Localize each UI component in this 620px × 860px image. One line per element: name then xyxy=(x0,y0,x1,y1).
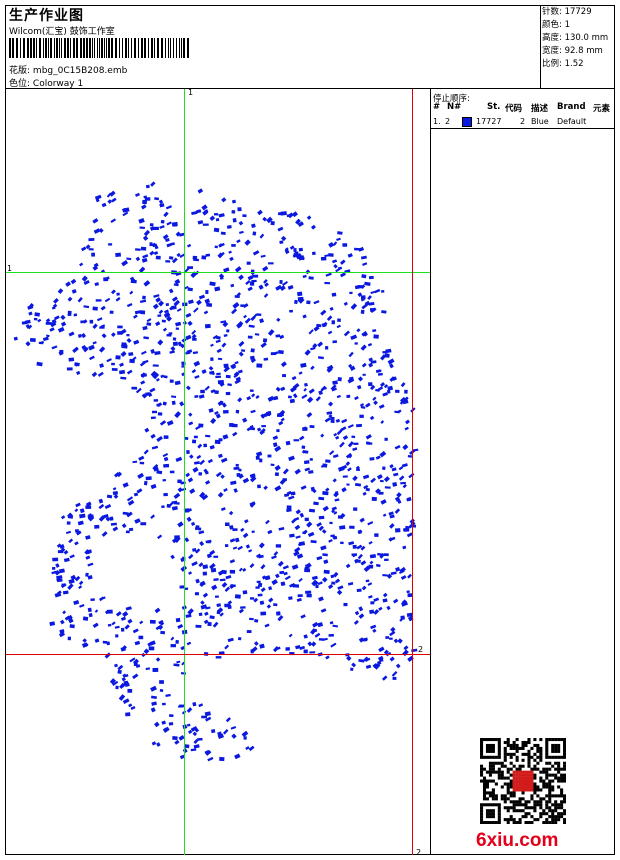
red-guide-label-bottom: 2 xyxy=(416,848,422,857)
green-guide-horizontal xyxy=(6,272,430,273)
embroidery-design xyxy=(13,181,419,762)
red-guide-horizontal xyxy=(6,654,430,655)
green-guide-label-left: 1 xyxy=(7,264,13,273)
red-guide-label-right: 2 xyxy=(418,645,424,654)
qr-code xyxy=(480,738,566,824)
green-guide-vertical xyxy=(184,89,185,855)
green-guide-label-top: 1 xyxy=(188,88,194,97)
watermark-logo: 6xiu.com xyxy=(476,830,559,851)
red-guide-vertical xyxy=(412,89,413,855)
